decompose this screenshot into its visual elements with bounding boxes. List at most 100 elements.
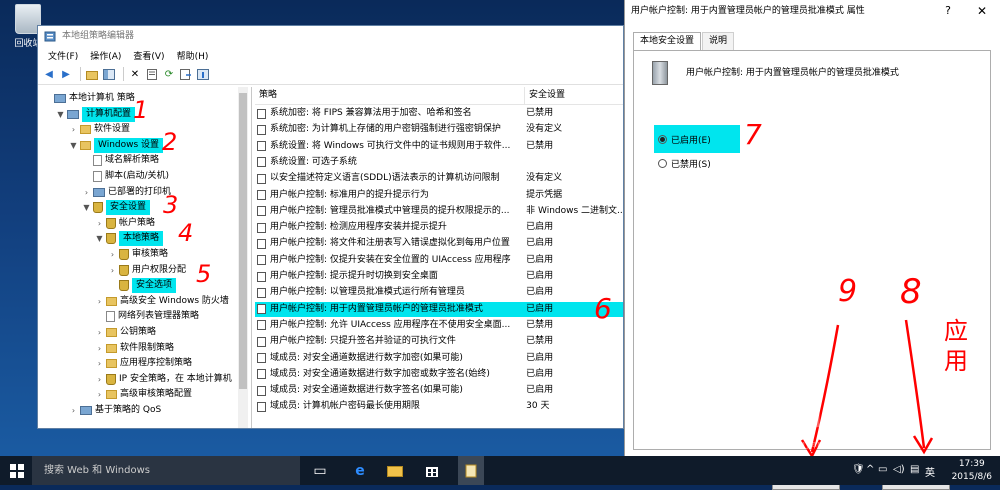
radio-disabled-button[interactable]: [658, 159, 667, 168]
policy-row[interactable]: 系统设置: 将 Windows 可执行文件中的证书规则用于软件... 已禁用: [255, 139, 623, 154]
policy-row[interactable]: 用户帐户控制: 仅提升安装在安全位置的 UIAccess 应用程序 已启用: [255, 253, 623, 268]
tree-item[interactable]: › IP 安全策略，在 本地计算机: [95, 372, 232, 387]
tree-item[interactable]: 网络列表管理器策略: [95, 309, 199, 324]
collapsed-arrow-icon[interactable]: ›: [95, 216, 104, 231]
defender-tray-icon[interactable]: 🛡: [852, 464, 865, 475]
tree-item[interactable]: › 公钥策略: [95, 325, 156, 340]
dialog-help-button[interactable]: ?: [945, 0, 951, 22]
column-security-setting[interactable]: 安全设置: [525, 87, 623, 104]
delete-icon[interactable]: ✕: [128, 67, 142, 81]
expanded-arrow-icon[interactable]: ▼: [69, 138, 78, 153]
policy-row[interactable]: 域成员: 对安全通道数据进行数字签名(如果可能) 已启用: [255, 383, 623, 398]
tree-item[interactable]: 安全选项: [108, 278, 177, 294]
tree-item[interactable]: 域名解析策略: [82, 153, 159, 168]
console-tree[interactable]: 本地计算机 策略 ▼ 计算机配置 › 软件设置 ▼ Windows 设置 域名解析策略 脚本(启…: [39, 87, 252, 428]
radio-disabled[interactable]: 已禁用(S): [658, 157, 711, 170]
gpedit-taskbar-icon[interactable]: [458, 456, 484, 485]
properties-icon[interactable]: [145, 67, 159, 81]
expanded-arrow-icon[interactable]: ▼: [82, 200, 91, 215]
policy-row[interactable]: 系统加密: 为计算机上存储的用户密钥强制进行强密钥保护 没有定义: [255, 122, 623, 137]
collapsed-arrow-icon[interactable]: ›: [108, 247, 117, 262]
collapsed-arrow-icon[interactable]: ›: [69, 403, 78, 418]
column-policy[interactable]: 策略: [255, 87, 525, 104]
policy-row[interactable]: 用户帐户控制: 检测应用程序安装并提示提升 已启用: [255, 220, 623, 235]
menu-help[interactable]: 帮助(H): [171, 49, 215, 62]
collapsed-arrow-icon[interactable]: ›: [95, 294, 104, 309]
collapsed-arrow-icon[interactable]: ›: [108, 263, 117, 278]
policy-row[interactable]: 域成员: 计算机帐户密码最长使用期限 30 天: [255, 399, 623, 414]
chevron-up-icon[interactable]: ^: [866, 464, 874, 475]
policy-row[interactable]: 用户帐户控制: 将文件和注册表写入错误虚拟化到每用户位置 已启用: [255, 236, 623, 251]
edge-icon[interactable]: e: [349, 460, 371, 481]
tab-local-security-setting[interactable]: 本地安全设置: [633, 32, 702, 51]
file-explorer-icon[interactable]: [384, 460, 406, 481]
volume-icon[interactable]: ◁): [893, 464, 905, 475]
forward-icon[interactable]: ▶: [59, 67, 73, 81]
task-view-icon[interactable]: ▭: [309, 460, 331, 481]
collapsed-arrow-icon[interactable]: ›: [95, 356, 104, 371]
radio-enabled[interactable]: 已启用(E): [654, 125, 740, 153]
up-folder-icon[interactable]: [85, 67, 99, 81]
tree-item[interactable]: ▼ 安全设置: [82, 200, 151, 216]
menu-file[interactable]: 文件(F): [42, 49, 84, 62]
collapsed-arrow-icon[interactable]: ›: [95, 372, 104, 387]
collapsed-arrow-icon[interactable]: ›: [95, 341, 104, 356]
tree-scrollbar[interactable]: [238, 87, 248, 428]
tab-explain[interactable]: 说明: [702, 32, 735, 50]
help-icon[interactable]: [196, 67, 210, 81]
clock[interactable]: 17:39 2015/8/6: [952, 458, 992, 484]
policy-row[interactable]: 以安全描述符定义语言(SDDL)语法表示的计算机访问限制 没有定义: [255, 171, 623, 186]
refresh-icon[interactable]: ⟳: [162, 67, 176, 81]
network-icon[interactable]: ▭: [878, 464, 887, 475]
tree-item[interactable]: ▼ 计算机配置: [56, 106, 136, 122]
expanded-arrow-icon[interactable]: ▼: [56, 107, 65, 122]
menu-action[interactable]: 操作(A): [84, 49, 127, 62]
policy-row[interactable]: 用户帐户控制: 用于内置管理员帐户的管理员批准模式 已启用: [255, 301, 623, 317]
policy-list-header: 策略 安全设置: [255, 87, 623, 105]
dialog-close-button[interactable]: ✕: [977, 0, 987, 22]
policy-row[interactable]: 系统设置: 可选子系统: [255, 155, 623, 170]
show-tree-icon[interactable]: [102, 67, 116, 81]
notification-icon[interactable]: ▤: [910, 464, 919, 475]
tree-item[interactable]: › 软件限制策略: [95, 341, 174, 356]
tree-item[interactable]: › 基于策略的 QoS: [69, 403, 161, 418]
tree-item[interactable]: › 高级审核策略配置: [95, 387, 192, 402]
tree-item[interactable]: › 审核策略: [108, 247, 168, 262]
policy-row[interactable]: 系统加密: 将 FIPS 兼容算法用于加密、哈希和签名 已禁用: [255, 106, 623, 121]
ime-indicator[interactable]: 英: [925, 464, 935, 479]
tree-item[interactable]: 脚本(启动/关机): [82, 169, 169, 184]
tree-item[interactable]: › 高级安全 Windows 防火墙: [95, 294, 229, 309]
tree-item[interactable]: › 已部署的打印机: [82, 185, 171, 200]
store-icon[interactable]: [421, 460, 443, 481]
policy-row[interactable]: 域成员: 对安全通道数据进行数字加密或数字签名(始终) 已启用: [255, 367, 623, 382]
radio-enabled-button[interactable]: [658, 134, 667, 144]
tree-item[interactable]: › 应用程序控制策略: [95, 356, 192, 371]
search-box[interactable]: 搜索 Web 和 Windows: [32, 456, 300, 485]
tree-item[interactable]: › 帐户策略: [95, 216, 155, 231]
computer-icon: [93, 187, 105, 197]
collapsed-arrow-icon[interactable]: ›: [95, 325, 104, 340]
back-icon[interactable]: ◀: [42, 67, 56, 81]
policy-row[interactable]: 用户帐户控制: 标准用户的提升提示行为 提示凭据: [255, 188, 623, 203]
tree-item[interactable]: 本地计算机 策略: [43, 91, 135, 106]
export-icon[interactable]: [179, 67, 193, 81]
expanded-arrow-icon[interactable]: ▼: [95, 231, 104, 246]
collapsed-arrow-icon[interactable]: ›: [69, 122, 78, 137]
tree-item[interactable]: ▼ Windows 设置: [69, 137, 164, 153]
tree-item[interactable]: › 用户权限分配: [108, 263, 186, 278]
policy-row[interactable]: 用户帐户控制: 以管理员批准模式运行所有管理员 已启用: [255, 285, 623, 300]
security-icon: [106, 233, 116, 245]
policy-row[interactable]: 用户帐户控制: 提示提升时切换到安全桌面 已启用: [255, 269, 623, 284]
tree-item[interactable]: › 软件设置: [69, 122, 130, 137]
policy-setting: 已启用: [526, 368, 554, 379]
tree-item-label: 安全选项: [132, 278, 177, 294]
tree-item[interactable]: ▼ 本地策略: [95, 231, 164, 247]
collapsed-arrow-icon[interactable]: ›: [95, 387, 104, 402]
policy-row[interactable]: 用户帐户控制: 只提升签名并验证的可执行文件 已禁用: [255, 334, 623, 349]
policy-row[interactable]: 用户帐户控制: 管理员批准模式中管理员的提升权限提示的... 非 Windows …: [255, 204, 623, 219]
policy-row[interactable]: 用户帐户控制: 允许 UIAccess 应用程序在不使用安全桌面... 已禁用: [255, 318, 623, 333]
collapsed-arrow-icon[interactable]: ›: [82, 185, 91, 200]
policy-row[interactable]: 域成员: 对安全通道数据进行数字加密(如果可能) 已启用: [255, 351, 623, 366]
menu-view[interactable]: 查看(V): [127, 49, 170, 62]
start-button[interactable]: [10, 464, 24, 478]
